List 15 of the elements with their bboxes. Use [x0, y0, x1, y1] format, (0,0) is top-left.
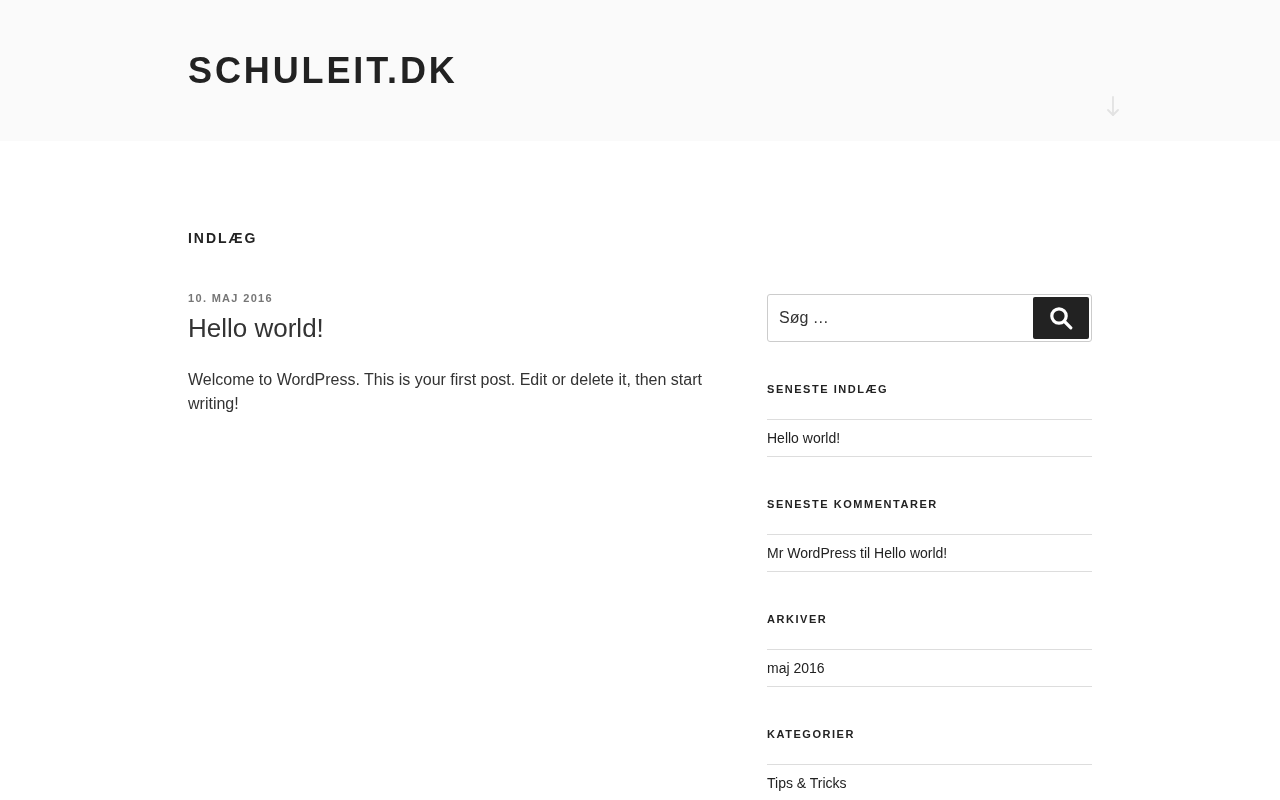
- widget-title: SENESTE KOMMENTARER: [767, 497, 938, 512]
- widget-title: SENESTE INDLÆG: [767, 382, 889, 397]
- search-button[interactable]: [1033, 297, 1089, 339]
- widget-link[interactable]: Hello world!: [767, 428, 841, 448]
- page-title: INDLÆG: [188, 229, 259, 248]
- widget-title: KATEGORIER: [767, 727, 855, 742]
- widget-link[interactable]: Tips & Tricks: [767, 773, 847, 793]
- search-icon: [1049, 306, 1073, 330]
- post-title-link[interactable]: Hello world!: [188, 312, 324, 344]
- widget-link[interactable]: maj 2016: [767, 658, 825, 678]
- widget-link[interactable]: Mr WordPress til Hello world!: [767, 543, 948, 563]
- post-excerpt: Welcome to WordPress. This is your first post. Edit or delete it, then start writing!: [188, 370, 703, 414]
- widget-title: ARKIVER: [767, 612, 828, 627]
- post-date-link[interactable]: 10. MAJ 2016: [188, 290, 273, 306]
- site-title-link[interactable]: SCHULEIT.DK: [188, 49, 458, 91]
